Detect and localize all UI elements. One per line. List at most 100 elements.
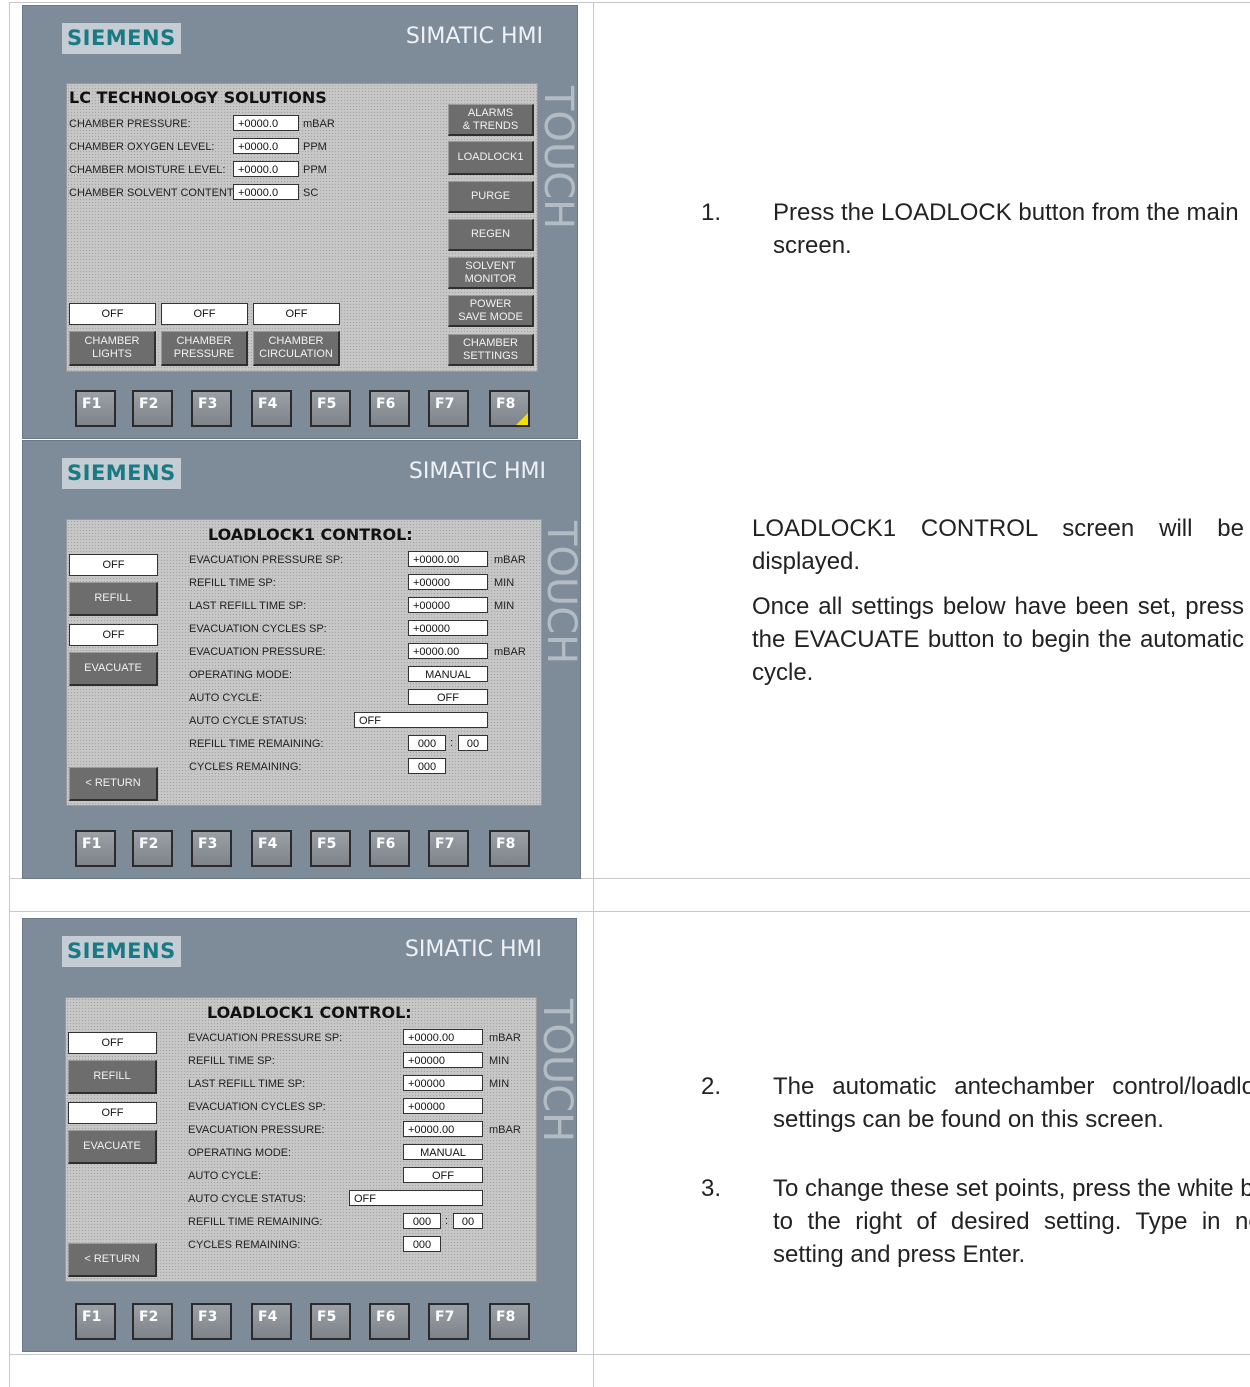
f8-key[interactable]: F8 — [489, 830, 530, 867]
chamber-pressure-button[interactable]: CHAMBER PRESSURE — [161, 331, 248, 366]
f8-key[interactable]: F8 — [489, 390, 530, 427]
return-button[interactable]: < RETURN — [68, 1243, 157, 1277]
setting-unit: MIN — [494, 577, 515, 589]
reading-value-field[interactable]: +0000.0 — [233, 184, 299, 200]
f6-key[interactable]: F6 — [369, 1303, 410, 1340]
chamber-lights-button[interactable]: CHAMBER LIGHTS — [69, 331, 156, 366]
f7-key[interactable]: F7 — [428, 390, 469, 427]
regen-button[interactable]: REGEN — [448, 219, 534, 251]
return-button[interactable]: < RETURN — [69, 767, 158, 801]
f6-key[interactable]: F6 — [369, 830, 410, 867]
f2-key[interactable]: F2 — [132, 1303, 173, 1340]
auto-cycle-status-field: OFF — [354, 712, 488, 728]
operating-mode-field[interactable]: MANUAL — [403, 1144, 483, 1160]
evacuate-button[interactable]: EVACUATE — [69, 652, 158, 686]
refill-status: OFF — [68, 1032, 157, 1054]
screen-title: LC TECHNOLOGY SOLUTIONS — [69, 88, 327, 107]
chamber-settings-button[interactable]: CHAMBER SETTINGS — [448, 334, 534, 366]
touch-label: TOUCH — [534, 999, 580, 1143]
setting-label: EVACUATION PRESSURE: — [188, 1124, 325, 1136]
instruction-step-3: 3. To change these set points, press the … — [701, 1172, 1250, 1271]
operating-mode-field[interactable]: MANUAL — [408, 666, 488, 682]
auto-cycle-field[interactable]: OFF — [408, 689, 488, 705]
f4-key[interactable]: F4 — [251, 1303, 292, 1340]
f5-key[interactable]: F5 — [310, 830, 351, 867]
setting-value-field[interactable]: +0000.00 — [403, 1029, 483, 1045]
f2-key[interactable]: F2 — [132, 830, 173, 867]
table-row-divider — [9, 1354, 1250, 1355]
reading-value-field[interactable]: +0000.0 — [233, 138, 299, 154]
f3-key[interactable]: F3 — [191, 1303, 232, 1340]
refill-status: OFF — [69, 554, 158, 576]
setting-value-field[interactable]: +0000.00 — [408, 643, 488, 659]
setting-value-field[interactable]: +00000 — [408, 620, 488, 636]
f6-key[interactable]: F6 — [369, 390, 410, 427]
f7-key[interactable]: F7 — [428, 830, 469, 867]
siemens-logo: SIEMENS — [62, 936, 181, 967]
f1-key[interactable]: F1 — [75, 1303, 116, 1340]
setting-value-field[interactable]: +00000 — [408, 574, 488, 590]
auto-cycle-field[interactable]: OFF — [403, 1167, 483, 1183]
f3-key[interactable]: F3 — [191, 830, 232, 867]
f4-key[interactable]: F4 — [251, 390, 292, 427]
corner-indicator-icon — [516, 413, 528, 425]
reading-value-field[interactable]: +0000.0 — [233, 115, 299, 131]
setting-value-field[interactable]: +0000.00 — [408, 551, 488, 567]
setting-unit: mBAR — [494, 554, 526, 566]
time-separator: : — [445, 1215, 449, 1227]
step-number: 2. — [701, 1073, 722, 1100]
alarms-trends-button[interactable]: ALARMS & TRENDS — [448, 104, 534, 136]
step-text: To change these set points, press the wh… — [773, 1175, 1250, 1268]
button-label: & TRENDS — [462, 119, 519, 132]
step-text: The automatic antechamber control/loadlo… — [773, 1073, 1250, 1133]
step-number: 3. — [701, 1175, 722, 1202]
f7-key[interactable]: F7 — [428, 1303, 469, 1340]
button-label: PURGE — [470, 190, 511, 202]
table-border-top — [9, 2, 1250, 3]
f3-key[interactable]: F3 — [191, 390, 232, 427]
siemens-logo: SIEMENS — [62, 458, 181, 489]
setting-label: OPERATING MODE: — [188, 1147, 292, 1159]
setting-value-field[interactable]: +0000.00 — [403, 1121, 483, 1137]
setting-value-field[interactable]: +00000 — [403, 1052, 483, 1068]
table-border-left — [9, 2, 10, 1387]
button-label: CHAMBER — [176, 335, 232, 347]
table-column-divider — [593, 2, 594, 1387]
f1-key[interactable]: F1 — [75, 830, 116, 867]
instruction-step-1: 1. Press the LOADLOCK button from the mai… — [701, 196, 1250, 262]
button-label: CHAMBER — [84, 335, 140, 347]
chamber-circulation-button[interactable]: CHAMBER CIRCULATION — [253, 331, 340, 366]
button-label: REGEN — [470, 228, 511, 240]
setting-value-field[interactable]: +00000 — [403, 1098, 483, 1114]
button-label: CHAMBER — [462, 336, 518, 349]
reading-unit: PPM — [303, 141, 327, 153]
refill-button[interactable]: REFILL — [68, 1060, 157, 1094]
table-row-divider — [9, 911, 1250, 912]
solvent-monitor-button[interactable]: SOLVENT MONITOR — [448, 257, 534, 289]
power-save-mode-button[interactable]: POWER SAVE MODE — [448, 295, 534, 327]
screen-title: LOADLOCK1 CONTROL: — [208, 525, 413, 544]
refill-button[interactable]: REFILL — [69, 582, 158, 616]
evacuate-button[interactable]: EVACUATE — [68, 1130, 157, 1164]
setting-unit: mBAR — [489, 1124, 521, 1136]
reading-value-field[interactable]: +0000.0 — [233, 161, 299, 177]
purge-button[interactable]: PURGE — [448, 181, 534, 213]
button-label: POWER — [469, 297, 512, 310]
hmi-panel-main: SIEMENS SIMATIC HMI TOUCH LC TECHNOLOGY … — [22, 5, 581, 439]
button-label: PRESSURE — [173, 348, 235, 360]
instruction-once: Once all settings below have been set, p… — [752, 590, 1244, 689]
f5-key[interactable]: F5 — [310, 390, 351, 427]
setting-value-field[interactable]: +00000 — [408, 597, 488, 613]
setting-label: EVACUATION PRESSURE SP: — [189, 554, 344, 566]
loadlock1-button[interactable]: LOADLOCK1 — [448, 141, 534, 175]
f4-key[interactable]: F4 — [251, 830, 292, 867]
f8-key[interactable]: F8 — [489, 1303, 530, 1340]
f1-key[interactable]: F1 — [75, 390, 116, 427]
f5-key[interactable]: F5 — [310, 1303, 351, 1340]
chamber-pressure-status: OFF — [161, 303, 248, 325]
reading-unit: PPM — [303, 164, 327, 176]
step-text: Press the LOADLOCK button from the main … — [773, 199, 1239, 259]
chamber-lights-status: OFF — [69, 303, 156, 325]
setting-value-field[interactable]: +00000 — [403, 1075, 483, 1091]
f2-key[interactable]: F2 — [132, 390, 173, 427]
